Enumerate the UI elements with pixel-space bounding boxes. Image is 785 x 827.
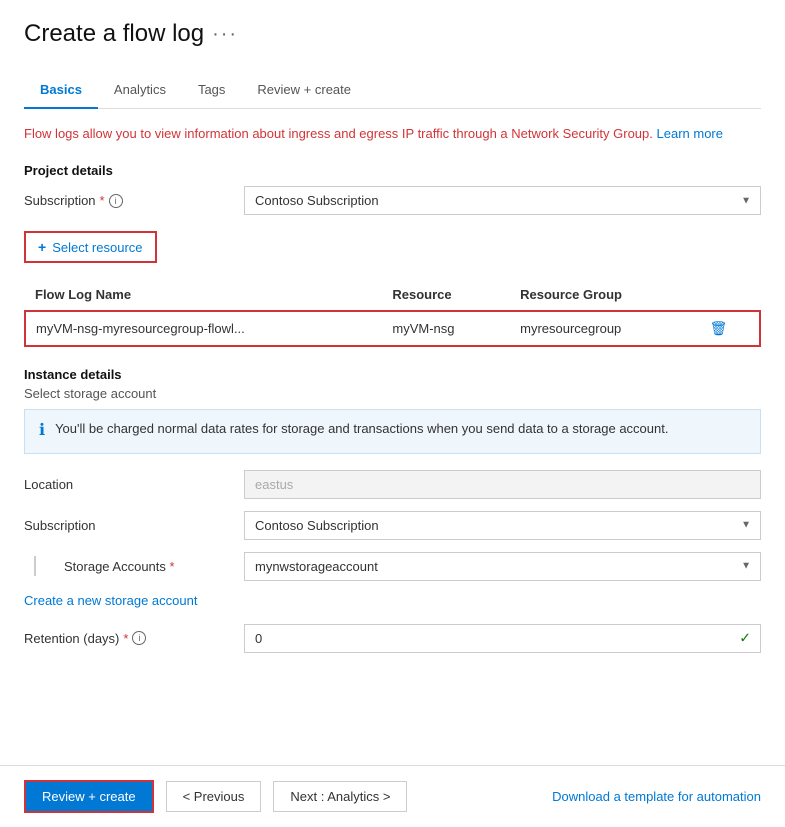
notification-text: You'll be charged normal data rates for … bbox=[55, 420, 668, 438]
info-circle-icon: ℹ bbox=[39, 420, 45, 442]
notification-bar: ℹ You'll be charged normal data rates fo… bbox=[24, 409, 761, 453]
col-resource: Resource bbox=[382, 279, 510, 311]
location-label: Location bbox=[24, 477, 73, 492]
tab-tags[interactable]: Tags bbox=[182, 72, 241, 109]
page-title: Create a flow log bbox=[24, 20, 204, 48]
storage-accounts-select[interactable]: mynwstorageaccount bbox=[244, 552, 761, 581]
download-template-link[interactable]: Download a template for automation bbox=[552, 789, 761, 804]
subscription-required: * bbox=[100, 193, 105, 208]
retention-label: Retention (days) bbox=[24, 631, 119, 646]
next-analytics-button[interactable]: Next : Analytics > bbox=[273, 781, 407, 812]
select-resource-label: Select resource bbox=[52, 240, 142, 255]
table-row: myVM-nsg-myresourcegroup-flowl... myVM-n… bbox=[25, 311, 760, 346]
resource-cell: myVM-nsg bbox=[382, 311, 510, 346]
location-input bbox=[244, 470, 761, 499]
instance-details-header: Instance details bbox=[24, 367, 761, 382]
subscription-label: Subscription bbox=[24, 193, 96, 208]
instance-subscription-select[interactable]: Contoso Subscription bbox=[244, 511, 761, 540]
resource-table: Flow Log Name Resource Resource Group my… bbox=[24, 279, 761, 347]
storage-accounts-label: Storage Accounts bbox=[64, 559, 166, 574]
retention-input[interactable] bbox=[244, 624, 761, 653]
col-flow-log-name: Flow Log Name bbox=[25, 279, 382, 311]
tab-basics[interactable]: Basics bbox=[24, 72, 98, 109]
flow-log-name-cell: myVM-nsg-myresourcegroup-flowl... bbox=[25, 311, 382, 346]
tab-review-create[interactable]: Review + create bbox=[241, 72, 367, 109]
project-details-header: Project details bbox=[24, 163, 761, 178]
learn-more-link[interactable]: Learn more bbox=[657, 126, 723, 141]
tab-analytics[interactable]: Analytics bbox=[98, 72, 182, 109]
create-new-storage-link[interactable]: Create a new storage account bbox=[24, 593, 761, 608]
retention-required: * bbox=[123, 631, 128, 646]
tabs-nav: Basics Analytics Tags Review + create bbox=[24, 72, 761, 109]
retention-check-icon: ✓ bbox=[739, 630, 751, 647]
subscription-info-icon[interactable]: i bbox=[109, 194, 123, 208]
info-bar-text: Flow logs allow you to view information … bbox=[24, 126, 653, 141]
col-resource-group: Resource Group bbox=[510, 279, 700, 311]
select-storage-label: Select storage account bbox=[24, 386, 761, 401]
select-resource-button[interactable]: + Select resource bbox=[24, 231, 157, 263]
info-bar: Flow logs allow you to view information … bbox=[24, 125, 761, 143]
footer: Review + create < Previous Next : Analyt… bbox=[0, 765, 785, 827]
resource-group-cell: myresourcegroup bbox=[510, 311, 700, 346]
storage-required: * bbox=[170, 559, 175, 574]
delete-row-icon[interactable]: 🗑 bbox=[710, 320, 728, 336]
subscription-select[interactable]: Contoso Subscription bbox=[244, 186, 761, 215]
previous-button[interactable]: < Previous bbox=[166, 781, 262, 812]
review-create-button[interactable]: Review + create bbox=[24, 780, 154, 813]
plus-icon: + bbox=[38, 239, 46, 255]
retention-info-icon[interactable]: i bbox=[132, 631, 146, 645]
page-title-dots: ··· bbox=[212, 23, 238, 46]
instance-subscription-label: Subscription bbox=[24, 518, 96, 533]
